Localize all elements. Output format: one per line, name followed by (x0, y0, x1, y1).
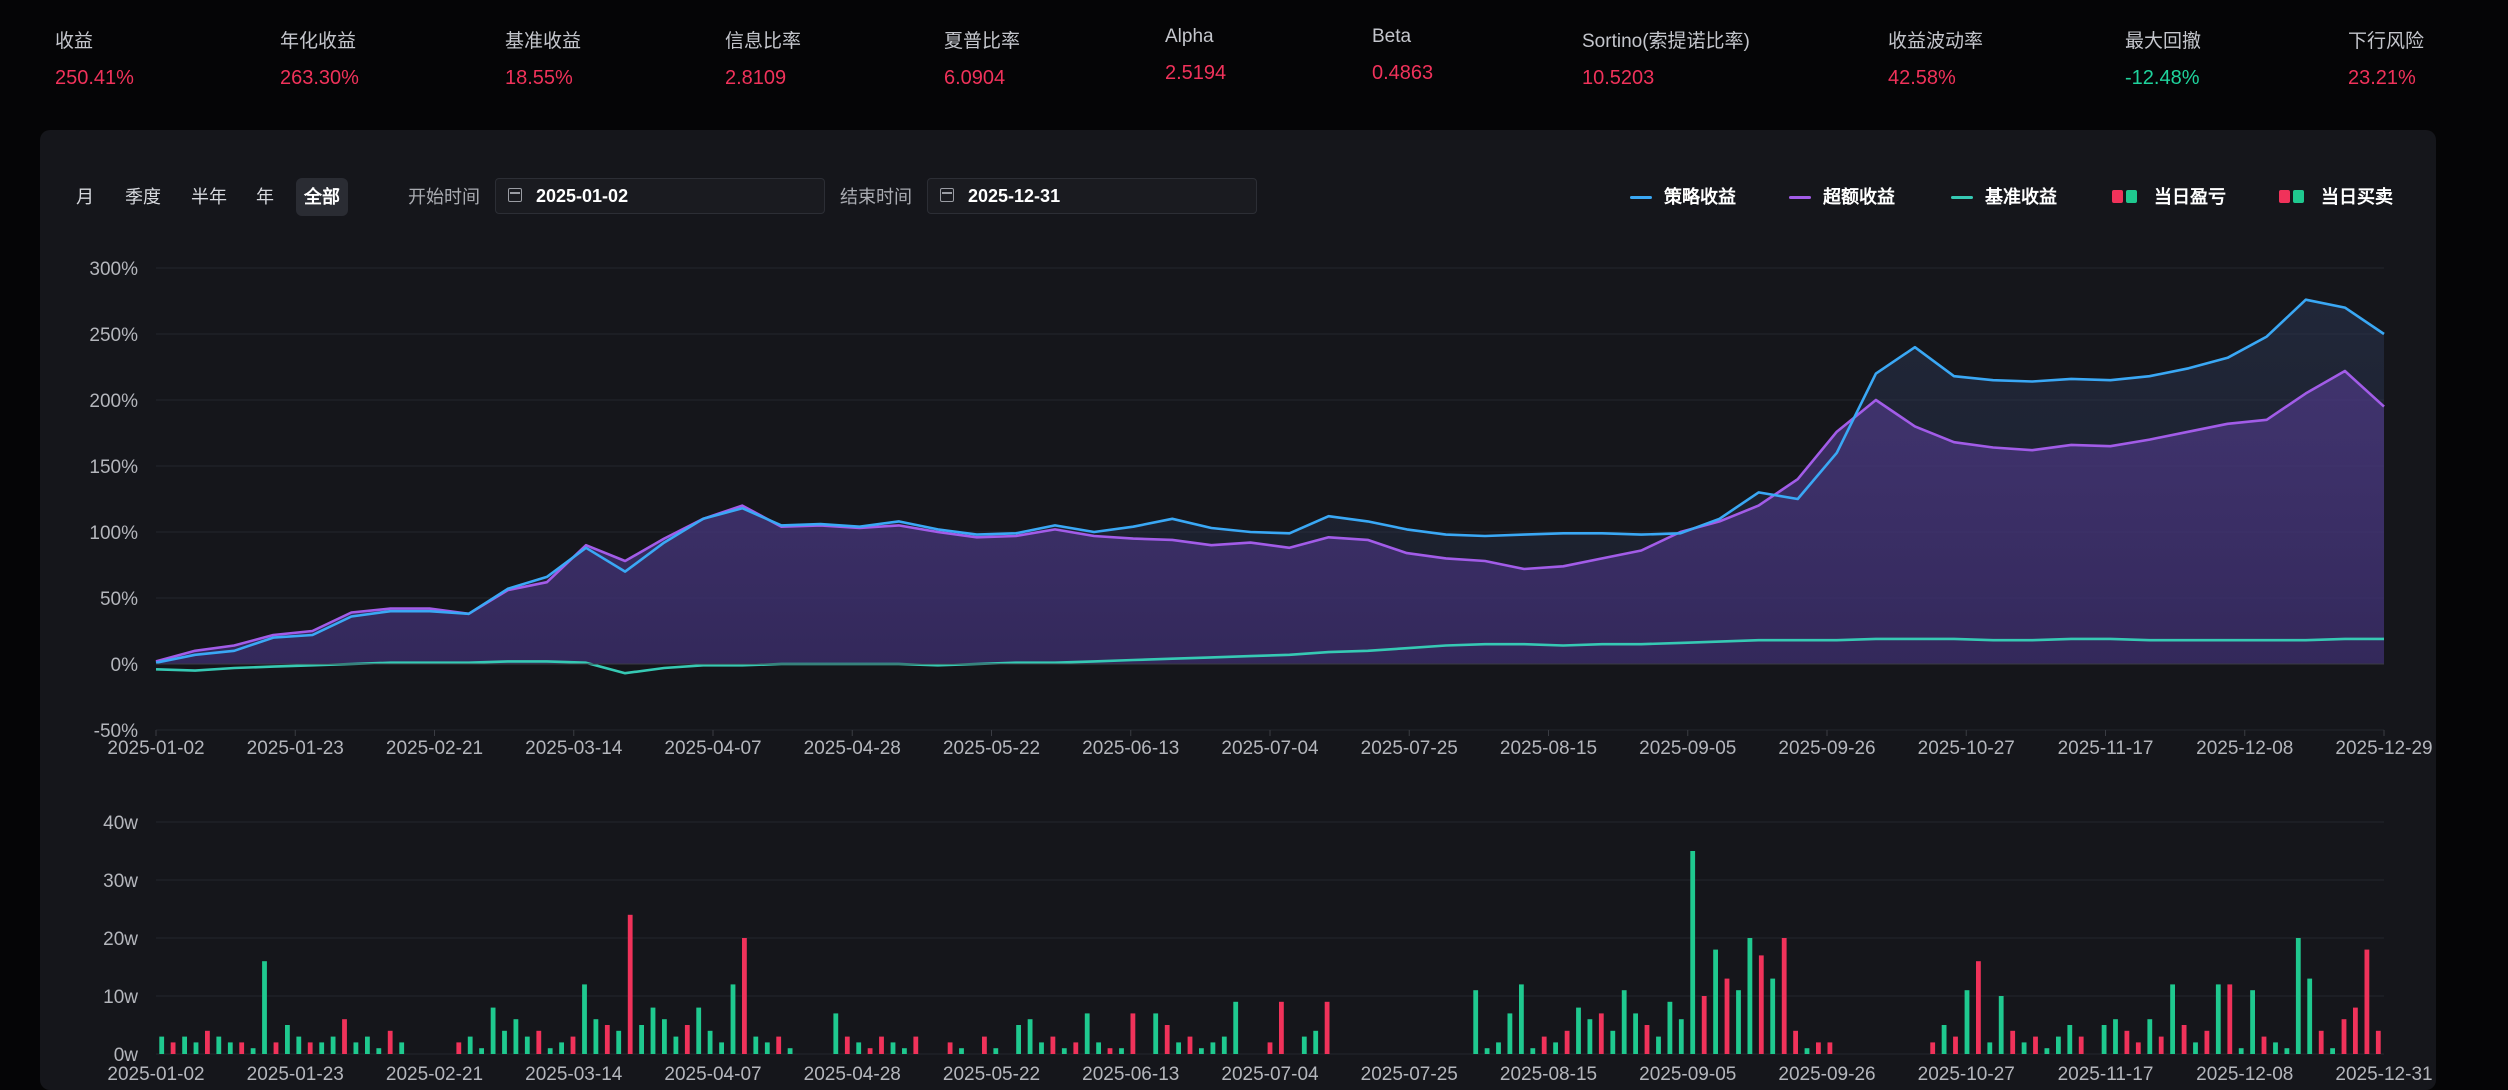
stat-value: 18.55% (505, 67, 573, 89)
stat-benchmark-return: 基准收益 18.55% (505, 26, 581, 90)
stat-information-ratio: 信息比率 2.8109 (725, 26, 801, 90)
stat-value: 2.8109 (725, 67, 787, 89)
stats-bar: 收益 250.41% 年化收益 263.30% 基准收益 18.55% 信息比率… (0, 0, 2508, 130)
stat-value: 10.5203 (1582, 67, 1655, 89)
period-month-button[interactable]: 月 (68, 178, 102, 216)
stat-sharpe-ratio: 夏普比率 6.0904 (944, 26, 1020, 90)
legend-label: 基准收益 (1985, 187, 2057, 207)
legend-up-square-icon (2279, 190, 2290, 203)
start-date-value: 2025-01-02 (536, 186, 629, 206)
stat-label: 下行风险 (2348, 31, 2425, 52)
start-date-label: 开始时间 (408, 187, 480, 207)
stat-sortino: Sortino(索提诺比率) 10.5203 (1582, 26, 1750, 90)
stat-value: 250.41% (55, 67, 134, 89)
stat-downside-risk: 下行风险 23.21% (2348, 26, 2424, 90)
legend-strategy[interactable]: 策略收益 (1630, 178, 1736, 216)
end-date-input[interactable]: 2025-12-31 (927, 178, 1257, 214)
legend-down-square-icon (2293, 190, 2304, 203)
end-date-value: 2025-12-31 (968, 186, 1061, 206)
stat-label: 收益波动率 (1888, 31, 1984, 52)
stat-value: 0.4863 (1372, 62, 1434, 84)
period-quarter-button[interactable]: 季度 (117, 178, 169, 216)
stat-value: 42.58% (1888, 67, 1956, 89)
end-date-label: 结束时间 (840, 187, 912, 207)
stat-total-return: 收益 250.41% (55, 26, 134, 90)
legend-line-icon (1789, 196, 1811, 199)
stat-value: -12.48% (2125, 67, 2200, 89)
stat-label: Beta (1372, 26, 1412, 47)
stat-label: 最大回撤 (2125, 31, 2202, 52)
stat-label: 年化收益 (280, 31, 357, 52)
start-date-input[interactable]: 2025-01-02 (495, 178, 825, 214)
legend-daily-pnl[interactable]: 当日盈亏 (2112, 178, 2226, 216)
legend-benchmark[interactable]: 基准收益 (1951, 178, 2057, 216)
chart-toolbar: 月 季度 半年 年 全部 开始时间 2025-01-02 结束时间 2025-1… (40, 178, 2436, 218)
stat-value: 263.30% (280, 67, 359, 89)
legend-excess[interactable]: 超额收益 (1789, 178, 1895, 216)
stat-max-drawdown: 最大回撤 -12.48% (2125, 26, 2201, 90)
stat-label: 夏普比率 (944, 31, 1021, 52)
legend-label: 当日买卖 (2321, 187, 2393, 207)
period-all-button[interactable]: 全部 (296, 178, 348, 216)
legend-label: 当日盈亏 (2154, 187, 2226, 207)
stat-value: 2.5194 (1165, 62, 1227, 84)
legend-down-square-icon (2126, 190, 2137, 203)
stat-volatility: 收益波动率 42.58% (1888, 26, 1983, 90)
legend-label: 策略收益 (1664, 187, 1736, 207)
stat-label: 信息比率 (725, 31, 802, 52)
stat-annual-return: 年化收益 263.30% (280, 26, 359, 90)
legend-line-icon (1630, 196, 1652, 199)
stat-label: Alpha (1165, 26, 1214, 47)
legend-label: 超额收益 (1823, 187, 1895, 207)
stat-label: Sortino(索提诺比率) (1582, 31, 1750, 52)
period-year-button[interactable]: 年 (248, 178, 282, 216)
stat-beta: Beta 0.4863 (1372, 26, 1433, 85)
stat-value: 6.0904 (944, 67, 1006, 89)
stat-alpha: Alpha 2.5194 (1165, 26, 1226, 85)
period-half-year-button[interactable]: 半年 (183, 178, 235, 216)
legend-up-square-icon (2112, 190, 2123, 203)
stat-value: 23.21% (2348, 67, 2416, 89)
calendar-icon (940, 188, 954, 202)
stat-label: 基准收益 (505, 31, 582, 52)
legend-line-icon (1951, 196, 1973, 199)
stat-label: 收益 (55, 31, 94, 52)
chart-panel: 月 季度 半年 年 全部 开始时间 2025-01-02 结束时间 2025-1… (40, 130, 2436, 1090)
calendar-icon (508, 188, 522, 202)
legend-daily-trade[interactable]: 当日买卖 (2279, 178, 2393, 216)
